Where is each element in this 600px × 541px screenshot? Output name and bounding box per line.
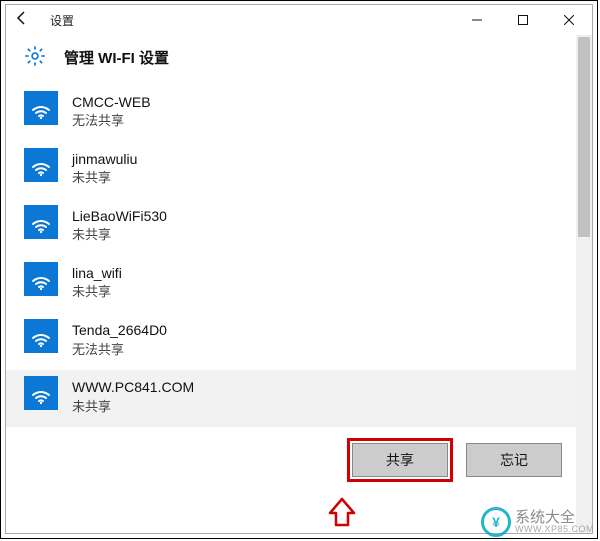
wifi-icon <box>24 91 58 125</box>
window-title: 设置 <box>50 12 74 29</box>
watermark-logo-icon <box>481 507 511 537</box>
wifi-network-item[interactable]: Tenda_2664D0 无法共享 <box>6 313 592 370</box>
titlebar: 设置 <box>6 5 592 35</box>
wifi-network-item[interactable]: jinmawuliu 未共享 <box>6 142 592 199</box>
forget-button[interactable]: 忘记 <box>466 443 562 477</box>
wifi-item-text: lina_wifi 未共享 <box>72 262 122 301</box>
wifi-network-list: CMCC-WEB 无法共享 jinmawuliu 未共享 LieBaoWiFi530 未共… <box>6 85 592 427</box>
back-button[interactable] <box>14 10 34 31</box>
wifi-icon <box>24 205 58 239</box>
close-button[interactable] <box>546 5 592 35</box>
wifi-status: 未共享 <box>72 227 167 244</box>
wifi-ssid: WWW.PC841.COM <box>72 378 194 396</box>
page-title: 管理 WI-FI 设置 <box>64 47 169 68</box>
watermark-url: WWW.XP85.COM <box>515 525 594 534</box>
wifi-network-item[interactable]: CMCC-WEB 无法共享 <box>6 85 592 142</box>
wifi-icon <box>24 319 58 353</box>
wifi-status: 无法共享 <box>72 113 151 130</box>
wifi-status: 未共享 <box>72 399 194 416</box>
wifi-network-item[interactable]: lina_wifi 未共享 <box>6 256 592 313</box>
wifi-item-text: LieBaoWiFi530 未共享 <box>72 205 167 244</box>
action-button-row: 共享 忘记 <box>6 433 592 477</box>
wifi-status: 未共享 <box>72 170 137 187</box>
settings-window: 设置 管理 WI-F <box>5 4 593 534</box>
red-arrow-annotation <box>328 497 356 527</box>
watermark: 系统大全 WWW.XP85.COM <box>481 507 594 537</box>
wifi-ssid: LieBaoWiFi530 <box>72 207 167 225</box>
watermark-text: 系统大全 <box>515 510 594 525</box>
share-button[interactable]: 共享 <box>352 443 448 477</box>
wifi-item-text: jinmawuliu 未共享 <box>72 148 137 187</box>
scrollbar-thumb[interactable] <box>578 37 590 237</box>
gear-icon <box>24 45 48 69</box>
wifi-icon <box>24 148 58 182</box>
wifi-item-text: WWW.PC841.COM 未共享 <box>72 376 194 415</box>
wifi-network-item[interactable]: WWW.PC841.COM 未共享 <box>6 370 592 427</box>
wifi-item-text: CMCC-WEB 无法共享 <box>72 91 151 130</box>
wifi-ssid: Tenda_2664D0 <box>72 321 167 339</box>
wifi-network-item[interactable]: LieBaoWiFi530 未共享 <box>6 199 592 256</box>
wifi-icon <box>24 262 58 296</box>
wifi-item-text: Tenda_2664D0 无法共享 <box>72 319 167 358</box>
wifi-icon <box>24 376 58 410</box>
wifi-ssid: lina_wifi <box>72 264 122 282</box>
window-controls <box>454 5 592 35</box>
page-header: 管理 WI-FI 设置 <box>6 35 592 85</box>
wifi-ssid: jinmawuliu <box>72 150 137 168</box>
wifi-status: 未共享 <box>72 284 122 301</box>
vertical-scrollbar[interactable] <box>576 35 592 533</box>
wifi-ssid: CMCC-WEB <box>72 93 151 111</box>
minimize-button[interactable] <box>454 5 500 35</box>
wifi-status: 无法共享 <box>72 342 167 359</box>
maximize-button[interactable] <box>500 5 546 35</box>
